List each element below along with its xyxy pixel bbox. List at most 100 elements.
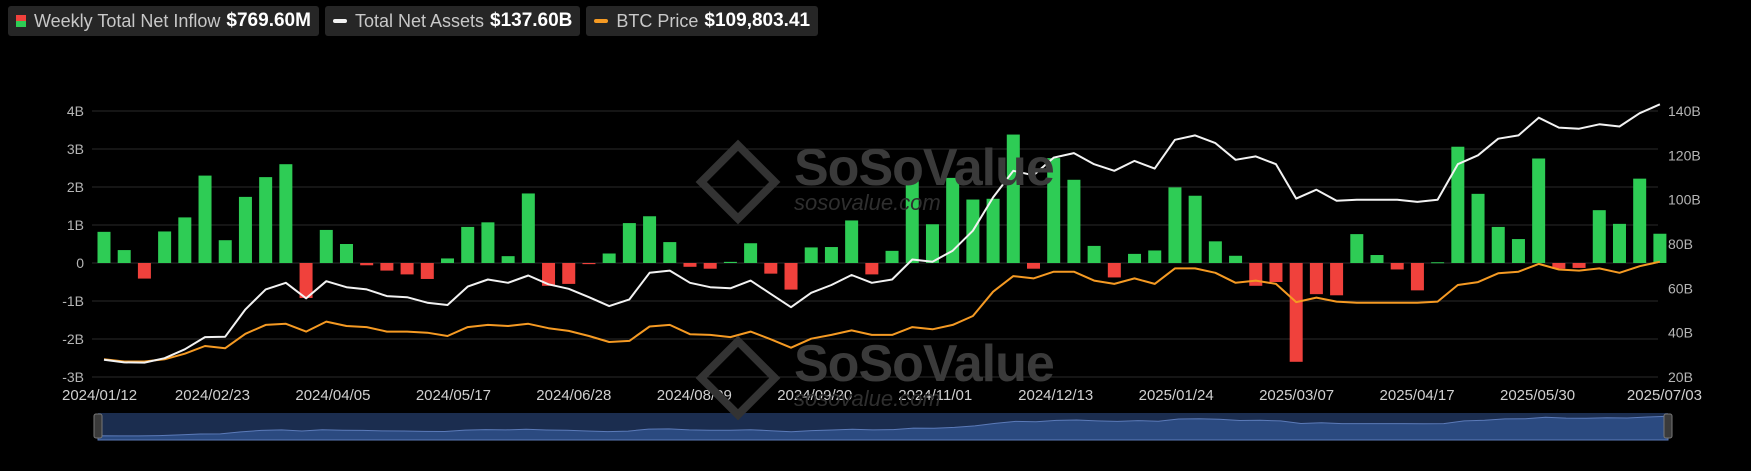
inflow-bar — [663, 242, 677, 263]
btc-price-line — [103, 260, 1661, 363]
inflow-bar — [744, 243, 758, 263]
series-lines — [103, 103, 1661, 364]
x-tick-label: 2024/04/05 — [295, 387, 370, 404]
x-tick-label: 2024/11/01 — [898, 387, 972, 404]
inflow-bar — [299, 263, 313, 298]
y-right-tick-label: 80B — [1668, 236, 1693, 252]
inflow-bar — [703, 263, 717, 269]
inflow-bar — [1249, 263, 1263, 286]
inflow-bar — [1491, 226, 1505, 263]
inflow-bar — [925, 224, 939, 263]
inflow-bar — [1410, 263, 1424, 291]
y-right-tick-label: 120B — [1668, 147, 1701, 163]
inflow-bar — [1006, 134, 1020, 263]
inflow-bar — [622, 223, 636, 263]
y-right-tick-label: 40B — [1668, 325, 1693, 341]
inflow-bar — [259, 177, 273, 263]
y-axis-left: 4B 3B 2B 1B 0 -1B -2B -3B — [62, 103, 84, 385]
inflow-bar — [905, 181, 919, 263]
y-left-tick-label: -3B — [62, 369, 84, 385]
y-axis-right: 140B 120B 100B 80B 60B 40B 20B — [1668, 103, 1701, 385]
x-tick-label: 2024/12/13 — [1018, 387, 1093, 404]
y-left-tick-label: 0 — [76, 255, 84, 271]
inflow-bar — [1390, 263, 1404, 270]
inflow-bar — [1330, 263, 1344, 296]
inflow-bar — [441, 258, 455, 263]
inflow-bar — [238, 196, 252, 263]
inflow-bar — [137, 263, 151, 279]
inflow-bar — [824, 247, 838, 263]
x-tick-label: 2025/07/03 — [1627, 387, 1702, 404]
inflow-bar — [683, 263, 697, 267]
inflow-bar — [1572, 263, 1586, 268]
y-left-tick-label: -1B — [62, 293, 84, 309]
y-left-tick-label: -2B — [62, 331, 84, 347]
inflow-bar — [643, 216, 657, 263]
x-tick-label: 2024/02/23 — [175, 387, 250, 404]
inflow-bar — [1148, 250, 1162, 263]
inflow-bar — [319, 229, 333, 263]
inflow-bar — [400, 263, 414, 275]
inflow-bars — [97, 134, 1667, 362]
inflow-bar — [804, 247, 818, 263]
navigator-right-handle — [1663, 413, 1673, 439]
x-tick-label: 2025/05/30 — [1500, 387, 1575, 404]
inflow-bar — [481, 222, 495, 263]
inflow-bar — [420, 263, 434, 279]
inflow-bar — [1309, 263, 1323, 295]
x-tick-label: 2024/05/17 — [416, 387, 491, 404]
inflow-bar — [501, 256, 515, 263]
range-navigator[interactable] — [93, 413, 1673, 441]
inflow-bar — [279, 164, 293, 263]
inflow-bar — [97, 231, 111, 263]
y-right-tick-label: 20B — [1668, 369, 1693, 385]
inflow-bar — [1026, 263, 1040, 269]
y-left-tick-label: 3B — [67, 141, 84, 157]
inflow-bar — [1592, 210, 1606, 263]
y-right-tick-label: 60B — [1668, 280, 1693, 296]
inflow-bar — [461, 226, 475, 263]
inflow-bar — [845, 220, 859, 263]
y-left-tick-label: 4B — [67, 103, 84, 119]
inflow-bar — [1128, 253, 1142, 263]
x-tick-label: 2024/01/12 — [62, 387, 137, 404]
inflow-bar — [339, 244, 353, 263]
inflow-bar — [1612, 223, 1626, 263]
y-right-tick-label: 100B — [1668, 192, 1701, 208]
inflow-bar — [1471, 193, 1485, 263]
inflow-bar — [1208, 241, 1222, 263]
inflow-bar — [521, 193, 535, 263]
x-axis: 2024/01/12 2024/02/23 2024/04/05 2024/05/17… — [62, 387, 1702, 404]
x-tick-label: 2025/04/17 — [1380, 387, 1455, 404]
inflow-bar — [582, 263, 596, 265]
inflow-bar — [885, 250, 899, 263]
y-left-tick-label: 1B — [67, 217, 84, 233]
inflow-bar — [1431, 262, 1445, 264]
inflow-bar — [1269, 263, 1283, 282]
inflow-bar — [602, 253, 616, 263]
inflow-bar — [784, 263, 798, 290]
x-tick-label: 2024/09/20 — [777, 387, 852, 404]
inflow-bar — [158, 231, 172, 263]
inflow-bar — [178, 217, 192, 263]
inflow-bar — [1188, 195, 1202, 263]
inflow-bar — [1653, 233, 1667, 263]
inflow-bar — [1511, 239, 1525, 263]
inflow-chart: 4B 3B 2B 1B 0 -1B -2B -3B 140B 120B 100B 80B 60B 40B… — [62, 103, 1702, 441]
inflow-bar — [865, 263, 879, 275]
inflow-bar — [1633, 178, 1647, 263]
y-left-tick-label: 2B — [67, 179, 84, 195]
navigator-left-handle — [93, 413, 103, 439]
x-tick-label: 2025/03/07 — [1259, 387, 1334, 404]
inflow-bar — [986, 198, 1000, 263]
inflow-bar — [764, 263, 778, 274]
inflow-bar — [1168, 187, 1182, 263]
x-tick-label: 2024/08/09 — [657, 387, 732, 404]
x-tick-label: 2024/06/28 — [536, 387, 611, 404]
inflow-bar — [218, 240, 232, 263]
inflow-bar — [1370, 255, 1384, 263]
inflow-bar — [117, 250, 131, 263]
inflow-bar — [1047, 158, 1061, 263]
inflow-bar — [723, 261, 737, 263]
inflow-bar — [1087, 245, 1101, 263]
